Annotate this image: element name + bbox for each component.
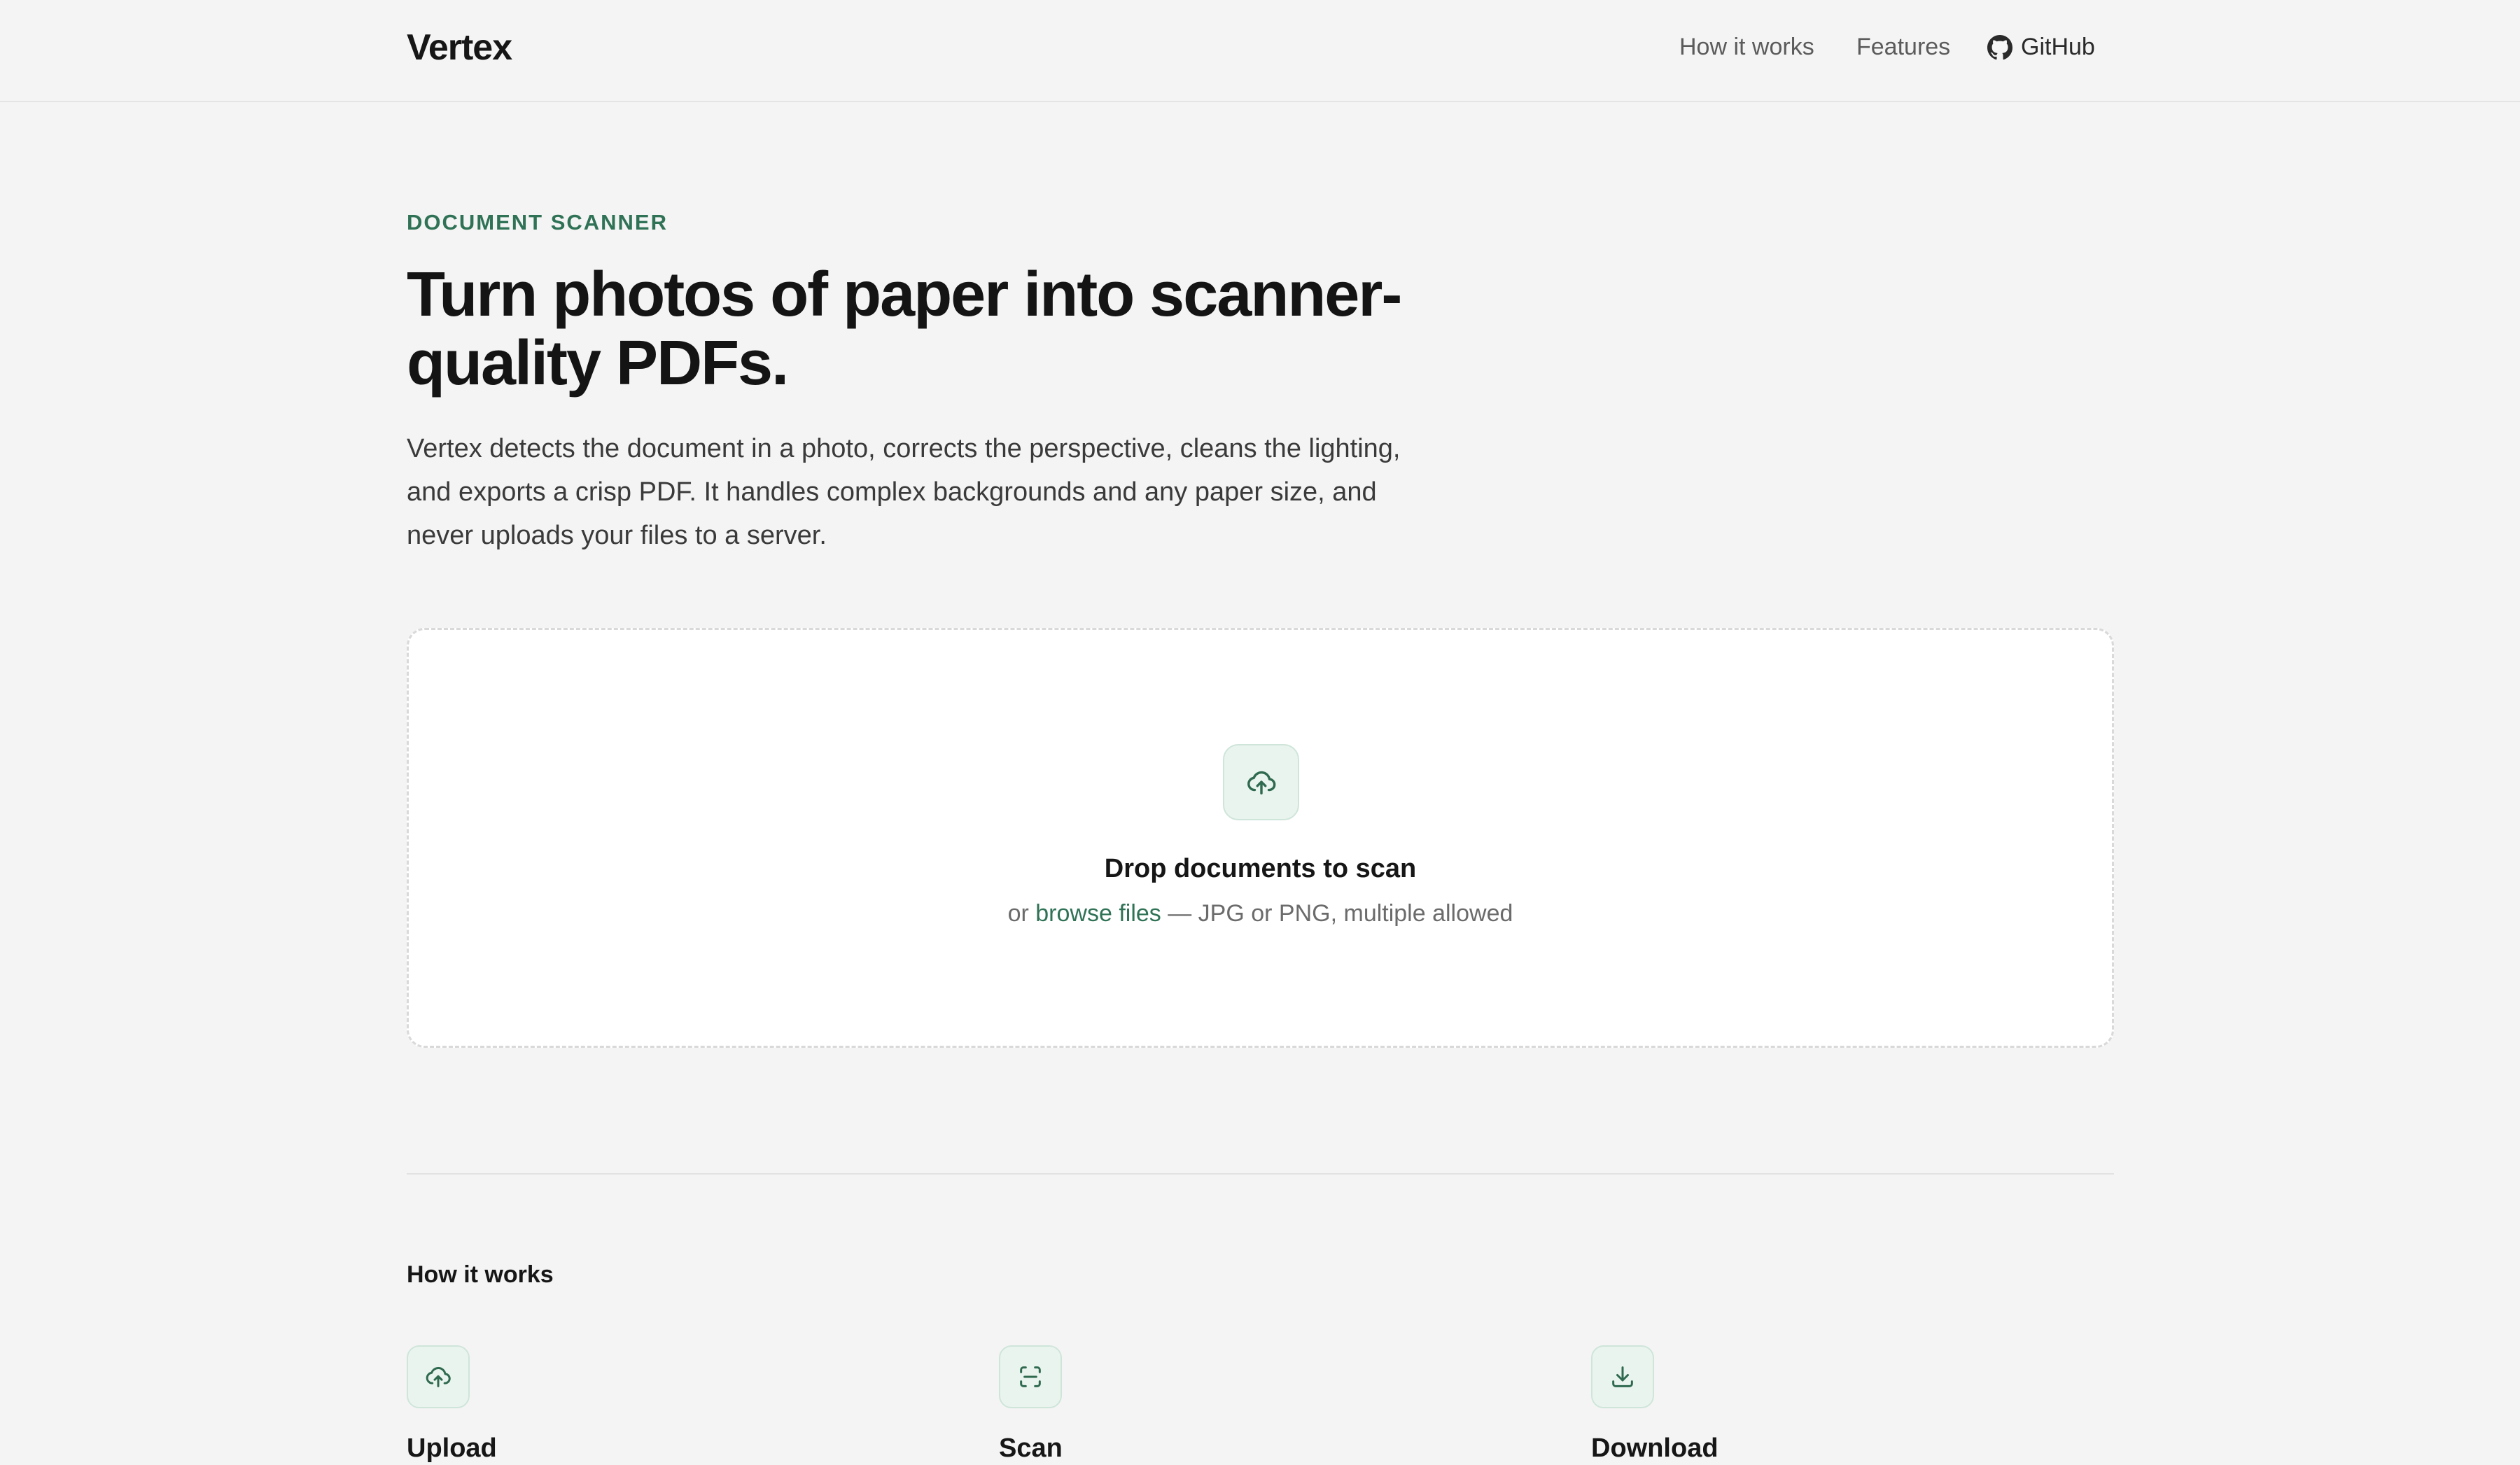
top-navbar: Vertex How it works Features GitHub [0, 0, 2520, 102]
browse-files-link[interactable]: browse files [1035, 900, 1161, 927]
hero-headline: Turn photos of paper into scanner-qualit… [407, 260, 1402, 398]
step-upload: Upload [407, 1345, 897, 1463]
step-title: Download [1591, 1434, 1718, 1463]
github-label: GitHub [2021, 34, 2095, 60]
cloud-upload-icon [407, 1345, 470, 1408]
upload-dropzone[interactable]: Drop documents to scan or browse files —… [407, 628, 2114, 1048]
hero-eyebrow: DOCUMENT SCANNER [407, 210, 668, 234]
dropzone-sub-prefix: or [1007, 900, 1036, 927]
github-icon [1987, 34, 2012, 60]
dropzone-sub-suffix: — JPG or PNG, multiple allowed [1161, 900, 1513, 927]
cloud-upload-icon [1223, 744, 1299, 820]
nav-link-how-it-works[interactable]: How it works [1679, 34, 1814, 61]
step-title: Upload [407, 1434, 497, 1463]
dropzone-subtitle: or browse files — JPG or PNG, multiple a… [409, 900, 2112, 927]
nav-link-features[interactable]: Features [1856, 34, 1950, 61]
hero-description: Vertex detects the document in a photo, … [407, 434, 1401, 550]
nav-link-github[interactable]: GitHub [1987, 34, 2095, 61]
step-download: Download [1591, 1345, 2081, 1463]
dropzone-title: Drop documents to scan [1104, 854, 1417, 883]
step-scan: Scan [999, 1345, 1489, 1463]
brand-logo[interactable]: Vertex [407, 27, 512, 69]
section-divider [407, 1173, 2114, 1175]
how-it-works-heading: How it works [407, 1261, 554, 1288]
step-title: Scan [999, 1434, 1063, 1463]
scan-frame-icon [999, 1345, 1062, 1408]
download-icon [1591, 1345, 1654, 1408]
